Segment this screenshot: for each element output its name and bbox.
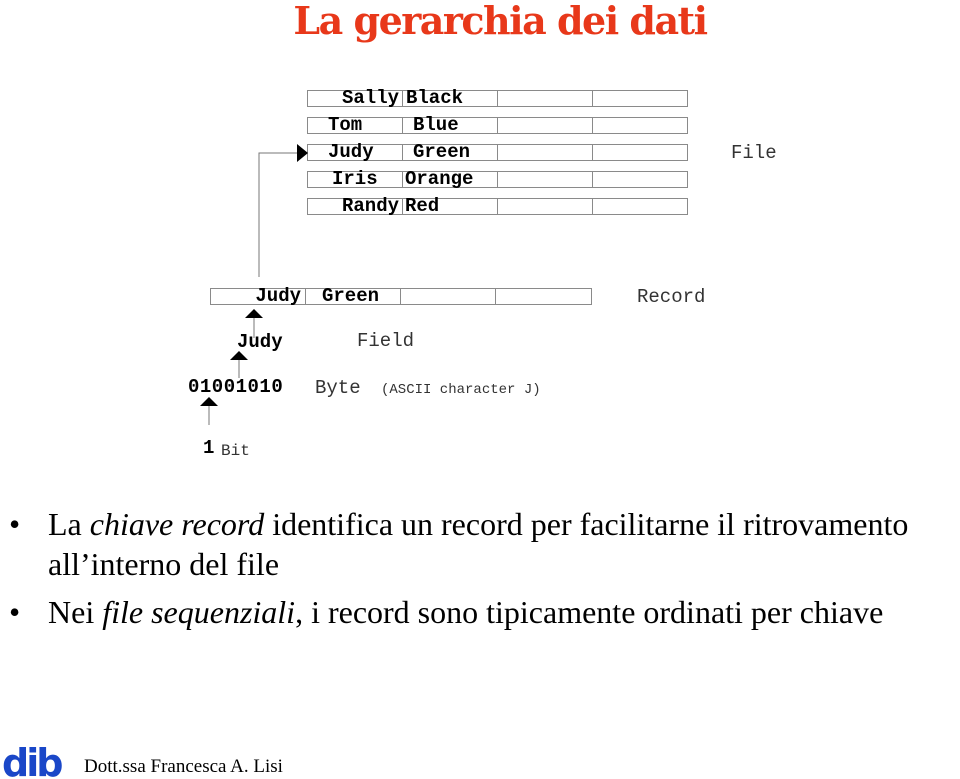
- bullet-italic-text: file sequenziali: [102, 594, 296, 630]
- record-label: Record: [637, 286, 706, 308]
- logo-text: dib: [2, 745, 62, 779]
- record-row: Judy Green: [210, 287, 592, 306]
- bullet-list: • La chiave record identifica un record …: [0, 504, 960, 632]
- record-color-field: Green: [306, 287, 401, 306]
- bit-label: Bit: [221, 442, 250, 460]
- bullet-item: • Nei file sequenziali, i record sono ti…: [0, 592, 960, 632]
- bullet-icon: •: [9, 506, 21, 542]
- empty-field: [496, 289, 590, 304]
- record-to-file-line: [258, 152, 298, 277]
- empty-field: [401, 289, 496, 304]
- bullet-text: La: [48, 506, 90, 542]
- arrow-up-icon: [245, 309, 263, 318]
- bullet-icon: •: [9, 594, 21, 630]
- byte-note: (ASCII character J): [381, 382, 541, 398]
- arrow-up-icon: [200, 397, 218, 406]
- byte-label: Byte: [315, 377, 361, 399]
- dib-logo-icon: dib: [2, 745, 65, 779]
- bullet-text: Nei: [48, 594, 103, 630]
- field-label: Field: [357, 330, 415, 352]
- footer-author: Dott.ssa Francesca A. Lisi: [84, 756, 283, 777]
- bit-value: 1: [203, 437, 215, 459]
- bullet-italic-text: chiave record: [89, 506, 265, 542]
- bullet-item: • La chiave record identifica un record …: [0, 504, 960, 584]
- arrow-right-icon: [297, 144, 308, 162]
- bullet-text: , i record sono tipicamente ordinati per…: [295, 594, 884, 630]
- byte-value: 01001010: [188, 376, 284, 398]
- record-name-field: Judy: [211, 287, 306, 306]
- field-value: Judy: [237, 331, 283, 353]
